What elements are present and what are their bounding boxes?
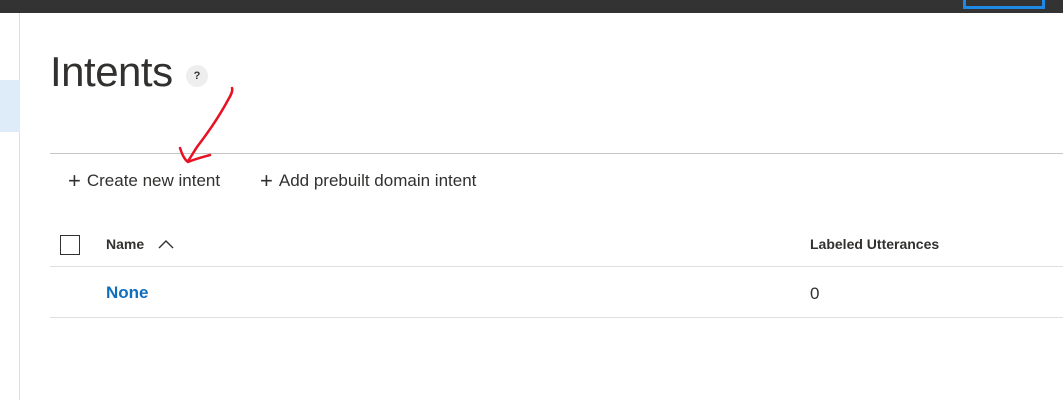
select-all-checkbox[interactable] (60, 235, 80, 255)
column-header-name[interactable]: Name (106, 236, 174, 252)
create-new-intent-label: Create new intent (86, 171, 221, 190)
column-header-labeled-utterances[interactable]: Labeled Utterances (810, 236, 939, 252)
top-navigation-bar (0, 0, 1063, 13)
topbar-active-tab-indicator[interactable] (963, 0, 1045, 9)
chevron-up-icon (158, 240, 174, 249)
hand-drawn-arrow (178, 86, 234, 164)
labeled-utterances-count: 0 (810, 284, 820, 303)
page-title: Intents (50, 48, 173, 95)
table-row (50, 267, 1063, 318)
question-icon[interactable]: ? (186, 65, 208, 87)
add-prebuilt-domain-intent-label: Add prebuilt domain intent (278, 171, 477, 190)
plus-icon: + (260, 168, 273, 193)
create-new-intent-button[interactable]: + Create new intent (68, 167, 220, 195)
left-navigation-rail (0, 13, 20, 400)
plus-icon: + (68, 168, 81, 193)
intent-name-link[interactable]: None (106, 283, 149, 303)
column-header-name-label: Name (106, 236, 145, 252)
left-rail-selected-item[interactable] (0, 80, 20, 132)
add-prebuilt-domain-intent-button[interactable]: + Add prebuilt domain intent (260, 167, 476, 195)
